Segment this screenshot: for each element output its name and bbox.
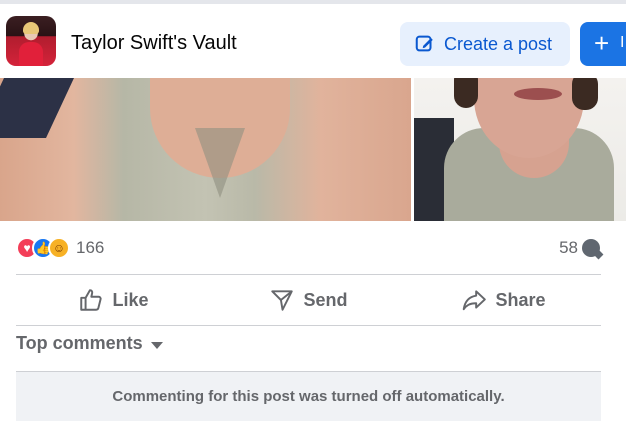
divider xyxy=(16,274,601,275)
like-button[interactable]: Like xyxy=(16,276,211,324)
share-icon xyxy=(463,290,487,311)
post-actions: Like Send Share xyxy=(16,276,601,324)
like-label: Like xyxy=(112,289,149,310)
post-photos xyxy=(0,78,626,221)
edit-icon xyxy=(415,35,433,52)
reaction-count: 166 xyxy=(76,238,105,257)
comment-count[interactable]: 58 xyxy=(559,238,600,258)
post-photo-2[interactable] xyxy=(414,78,626,221)
send-label: Send xyxy=(303,289,348,310)
notice-text: Commenting for this post was turned off … xyxy=(112,388,505,405)
comment-count-value: 58 xyxy=(559,238,578,257)
group-header: Taylor Swift's Vault Create a post + I xyxy=(0,0,626,78)
create-post-label: Create a post xyxy=(444,33,553,54)
share-label: Share xyxy=(495,289,546,310)
comments-disabled-notice: Commenting for this post was turned off … xyxy=(16,371,601,421)
avatar-dress xyxy=(19,42,43,66)
create-post-button[interactable]: Create a post xyxy=(400,22,570,66)
group-avatar[interactable] xyxy=(6,16,56,66)
group-title[interactable]: Taylor Swift's Vault xyxy=(71,32,237,55)
send-icon xyxy=(271,290,294,311)
add-button-label: I xyxy=(620,34,625,51)
caret-down-icon xyxy=(150,341,163,349)
post-photo-1[interactable] xyxy=(0,78,411,221)
comment-sort-dropdown[interactable]: Top comments xyxy=(16,333,163,354)
share-button[interactable]: Share xyxy=(406,276,601,324)
care-reaction-icon: ☺ xyxy=(48,237,70,259)
thumbs-up-icon xyxy=(80,289,103,311)
comment-bubble-icon xyxy=(582,239,600,257)
add-button[interactable]: + I xyxy=(580,22,626,66)
avatar-hair xyxy=(23,22,39,34)
comment-sort-label: Top comments xyxy=(16,333,143,353)
plus-icon: + xyxy=(594,28,610,58)
send-button[interactable]: Send xyxy=(211,276,406,324)
reaction-summary[interactable]: ♥ 👍 ☺ 166 xyxy=(16,234,104,262)
divider xyxy=(16,325,601,326)
